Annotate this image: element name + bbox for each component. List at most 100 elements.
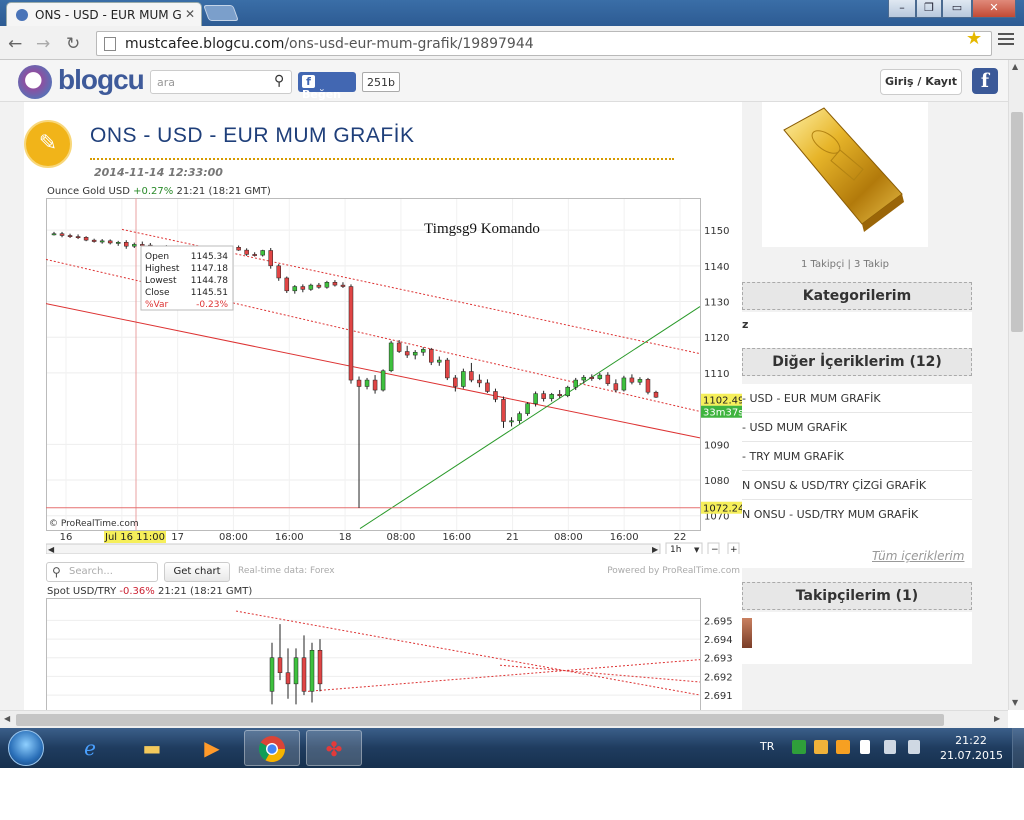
- candle-body: [301, 657, 307, 692]
- candle-body: [645, 379, 651, 393]
- scroll-right-arrow-icon[interactable]: ▶: [994, 714, 1000, 723]
- candle-body: [51, 233, 57, 236]
- post-title: ONS - USD - EUR MUM GRAFİK: [90, 124, 415, 147]
- scroll-up-arrow-icon[interactable]: ▲: [1012, 62, 1018, 71]
- all-posts-link[interactable]: Tüm içeriklerim: [872, 549, 964, 563]
- minus-icon: −: [711, 545, 719, 554]
- follow-stats[interactable]: 1 Takipçi | 3 Takip: [742, 259, 948, 270]
- chrome-menu-icon[interactable]: [998, 33, 1014, 48]
- file-explorer-icon[interactable]: ▬: [124, 730, 180, 766]
- windows-taskbar: ℯ ▬ ▶ ✤ TR 21:22 21.07.2015: [0, 728, 1024, 768]
- candle-body: [284, 277, 290, 292]
- address-bar[interactable]: mustcafee.blogcu.com/ons-usd-eur-mum-gra…: [96, 31, 992, 56]
- tray-mail-icon[interactable]: [836, 740, 850, 754]
- timeframe-label: 1h: [670, 545, 681, 554]
- windows-logo-icon: [8, 730, 44, 766]
- gold-bar-image: [762, 102, 928, 247]
- url-host: mustcafee.blogcu.com: [125, 36, 285, 52]
- maximize-button[interactable]: ▭: [942, 0, 972, 18]
- candle-body: [317, 650, 323, 685]
- network-icon[interactable]: [884, 740, 896, 754]
- login-register-button[interactable]: Giriş / Kayıt: [880, 69, 962, 95]
- scroll-thumb[interactable]: [1011, 112, 1023, 332]
- candle-body: [83, 237, 89, 241]
- y-tick-label: 1150: [704, 226, 729, 237]
- search-icon: ⚲: [52, 565, 61, 579]
- new-tab-button[interactable]: [203, 5, 239, 21]
- chart2-header: Spot USD/TRY -0.36% 21:21 (18:21 GMT): [47, 586, 252, 597]
- powered-by-link[interactable]: Powered by ProRealTime.com: [607, 566, 740, 576]
- candle-body: [557, 394, 562, 397]
- category-item[interactable]: z: [742, 312, 972, 331]
- page-horizontal-scrollbar[interactable]: ◀ ▶: [0, 710, 1008, 728]
- tray-app-icon[interactable]: [792, 740, 806, 754]
- tray-app-icon[interactable]: [814, 740, 828, 754]
- candle-body: [653, 391, 659, 398]
- bookmark-star-icon[interactable]: ★: [966, 28, 982, 49]
- scroll-left-arrow-icon[interactable]: ◀: [4, 714, 10, 723]
- language-indicator[interactable]: TR: [760, 740, 774, 753]
- page-vertical-scrollbar[interactable]: ▲ ▼: [1008, 60, 1024, 710]
- screen: ONS - USD - EUR MUM G ✕ – ❐ ▭ ✕ ← → ↻ mu…: [0, 0, 1024, 768]
- post-link[interactable]: - USD MUM GRAFİK: [742, 413, 972, 442]
- media-player-icon[interactable]: ▶: [184, 730, 240, 766]
- blogcu-logo-icon[interactable]: [18, 65, 52, 99]
- reload-icon[interactable]: ↻: [66, 34, 80, 54]
- sidebar: 1 Takipçi | 3 Takip Kategorilerim z Diğe…: [742, 102, 1008, 710]
- forward-arrow-icon[interactable]: →: [36, 34, 50, 54]
- usdtry-candlestick-chart[interactable]: 2.695 2.694 2.693 2.692 2.691: [46, 598, 742, 710]
- tab-close-icon[interactable]: ✕: [185, 7, 195, 21]
- candle-body: [123, 242, 129, 247]
- y-tick-label: 2.695: [704, 616, 733, 627]
- x-tick-label: 08:00: [386, 532, 415, 543]
- chart-search-input[interactable]: ⚲ Search...: [46, 562, 158, 582]
- candle-body: [613, 383, 619, 391]
- scroll-down-arrow-icon[interactable]: ▼: [1012, 698, 1018, 707]
- scroll-thumb[interactable]: [16, 714, 944, 726]
- x-tick-label: 17: [171, 532, 184, 543]
- candle-body: [445, 359, 450, 379]
- candle-body: [509, 420, 514, 423]
- search-icon[interactable]: ⚲: [274, 73, 284, 89]
- minimize-button[interactable]: –: [888, 0, 916, 18]
- blogcu-logo[interactable]: blogcu: [58, 64, 145, 96]
- post-link[interactable]: N ONSU & USD/TRY ÇİZGİ GRAFİK: [742, 471, 972, 500]
- like-label: Beğen: [302, 88, 342, 101]
- pencil-icon: ✎: [24, 120, 72, 168]
- chrome-taskbar-icon[interactable]: [244, 730, 300, 766]
- post-link[interactable]: - TRY MUM GRAFİK: [742, 442, 972, 471]
- like-count: 251b: [362, 72, 400, 92]
- site-search-input[interactable]: ara: [150, 70, 292, 94]
- followers-heading: Takipçilerim (1): [742, 582, 972, 610]
- candle-body: [533, 393, 538, 404]
- system-clock[interactable]: 21:22 21.07.2015: [940, 733, 1003, 763]
- tooltip-label: %Var: [145, 300, 169, 310]
- chart1-symbol: Ounce Gold USD: [47, 186, 130, 197]
- volume-icon[interactable]: [908, 740, 920, 754]
- price-tag-label: 1102.49: [703, 396, 742, 407]
- close-window-button[interactable]: ✕: [972, 0, 1016, 18]
- browser-tab[interactable]: ONS - USD - EUR MUM G ✕: [6, 2, 202, 26]
- tooltip-label: Open: [145, 252, 169, 262]
- post-link[interactable]: - USD - EUR MUM GRAFİK: [742, 384, 972, 413]
- chart-search-placeholder: Search...: [69, 566, 113, 577]
- facebook-icon[interactable]: f: [972, 68, 998, 94]
- get-chart-button[interactable]: Get chart: [164, 562, 230, 582]
- back-arrow-icon[interactable]: ←: [8, 34, 22, 54]
- follower-avatar[interactable]: [742, 618, 752, 648]
- candle-body: [589, 376, 595, 379]
- start-button[interactable]: [2, 728, 50, 768]
- candle-body: [140, 244, 145, 246]
- action-center-flag-icon[interactable]: [860, 740, 870, 754]
- app-taskbar-icon[interactable]: ✤: [306, 730, 362, 766]
- candle-body: [404, 351, 410, 356]
- facebook-like-button[interactable]: fBeğen: [298, 72, 356, 101]
- internet-explorer-icon[interactable]: ℯ: [62, 730, 118, 766]
- show-desktop-button[interactable]: [1012, 728, 1024, 768]
- restore-button[interactable]: ❐: [916, 0, 942, 18]
- post-link[interactable]: N ONSU - USD/TRY MUM GRAFİK: [742, 500, 972, 529]
- tooltip-label: Close: [145, 288, 170, 298]
- candle-body: [597, 374, 603, 379]
- gold-candlestick-chart[interactable]: 11501140113011201110109010801070Timgsg9 …: [46, 198, 742, 554]
- blogcu-favicon-icon: [16, 9, 28, 21]
